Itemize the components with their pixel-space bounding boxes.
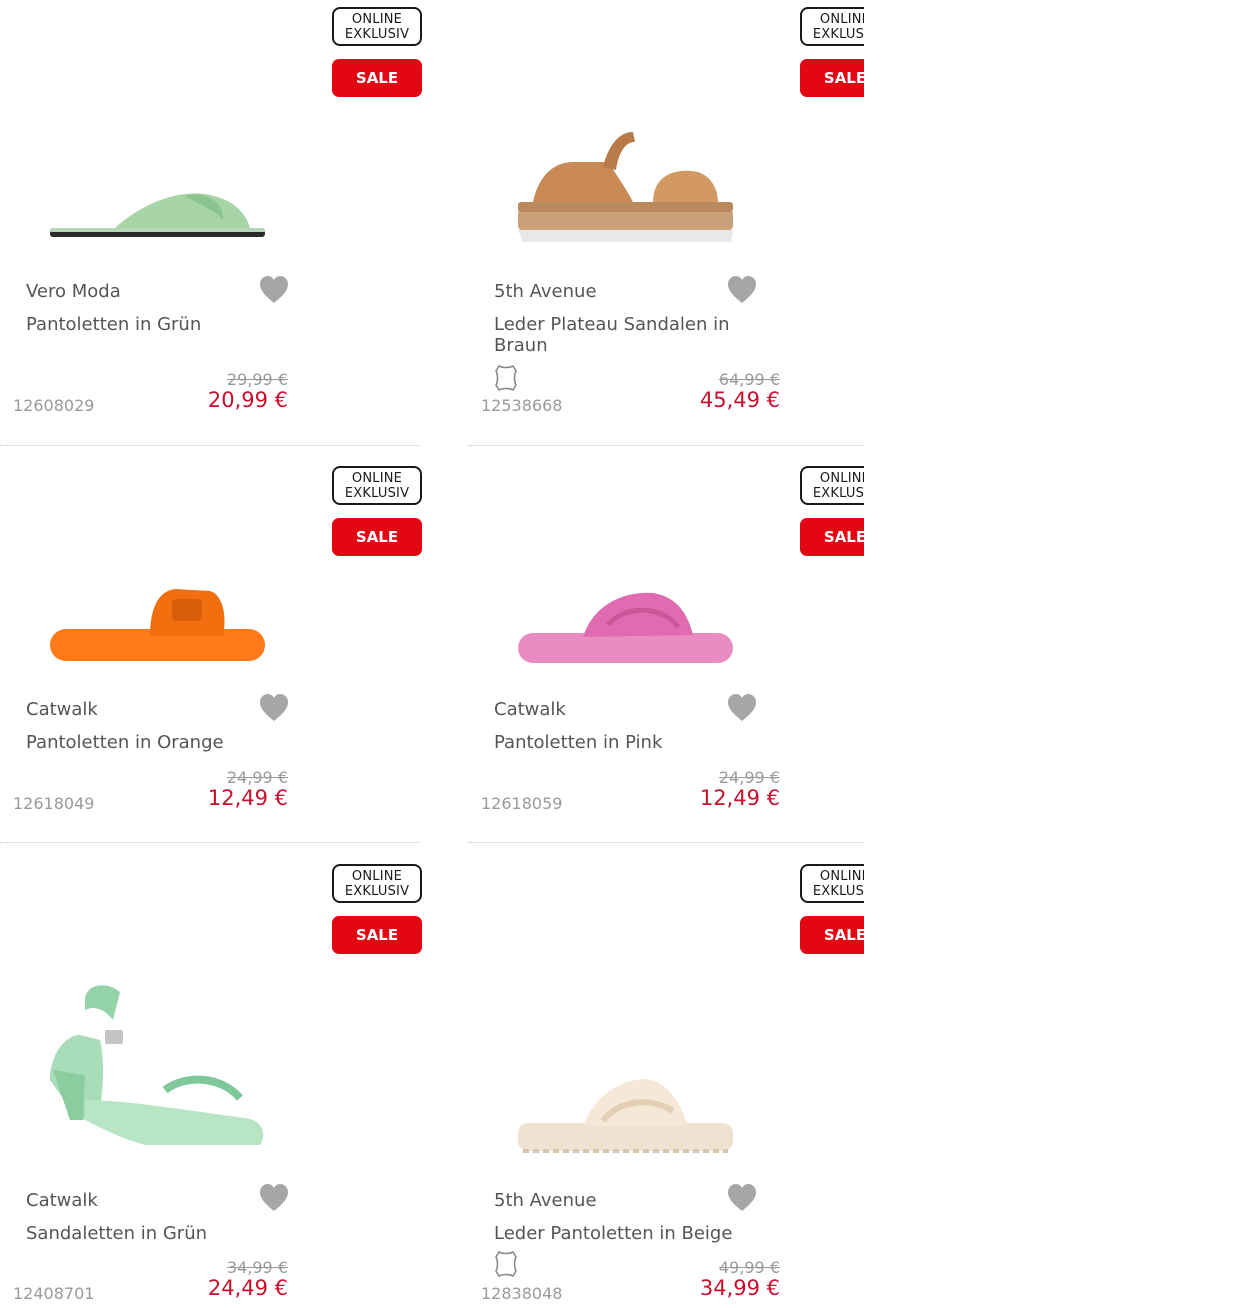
product-card[interactable]: ONLINE EXKLUSIV SALE 5th Avenue Leder Pa… [468, 857, 864, 1308]
original-price: 49,99 € [718, 1258, 780, 1277]
original-price: 24,99 € [226, 768, 288, 787]
badge-text: ONLINE [351, 11, 403, 27]
product-sku: 12618049 [13, 794, 95, 813]
original-price: 34,99 € [226, 1258, 288, 1277]
product-sku: 12838048 [481, 1284, 563, 1303]
badge-text: ONLINE [351, 868, 403, 884]
online-exclusive-badge: ONLINE EXKLUSIV [800, 466, 864, 505]
product-card[interactable]: ONLINE EXKLUSIV SALE Catwalk Pantoletten… [468, 459, 864, 843]
product-title[interactable]: Pantoletten in Orange [26, 732, 286, 753]
badge-text: ONLINE [351, 470, 403, 486]
product-card[interactable]: ONLINE EXKLUSIV SALE Catwalk Sandaletten… [0, 857, 422, 1308]
product-sku: 12618059 [481, 794, 563, 813]
product-brand: Catwalk [494, 699, 566, 720]
sale-price: 45,49 € [699, 388, 780, 412]
product-brand: 5th Avenue [494, 281, 597, 302]
product-image[interactable] [513, 585, 743, 667]
sale-price: 34,99 € [699, 1276, 780, 1300]
badge-text: EXKLUSIV [812, 883, 864, 899]
sale-badge: SALE [800, 518, 864, 556]
product-brand: Catwalk [26, 699, 98, 720]
badge-text: EXKLUSIV [344, 883, 410, 899]
online-exclusive-badge: ONLINE EXKLUSIV [332, 466, 422, 505]
sale-price: 20,99 € [207, 388, 288, 412]
product-title[interactable]: Leder Pantoletten in Beige [494, 1223, 754, 1244]
leather-icon [495, 1250, 517, 1278]
heart-icon[interactable] [258, 275, 290, 305]
heart-icon[interactable] [726, 275, 758, 305]
online-exclusive-badge: ONLINE EXKLUSIV [800, 7, 864, 46]
product-title[interactable]: Sandaletten in Grün [26, 1223, 286, 1244]
badge-text: SALE [823, 69, 864, 87]
product-image[interactable] [45, 980, 275, 1162]
product-brand: 5th Avenue [494, 1190, 597, 1211]
online-exclusive-badge: ONLINE EXKLUSIV [800, 864, 864, 903]
product-image[interactable] [513, 1071, 743, 1159]
original-price: 24,99 € [718, 768, 780, 787]
product-image[interactable] [45, 581, 275, 667]
product-grid: ONLINE EXKLUSIV SALE Vero Moda Pantolett… [0, 0, 864, 1308]
product-card[interactable]: ONLINE EXKLUSIV SALE Catwalk Pantoletten… [0, 459, 422, 843]
product-card[interactable]: ONLINE EXKLUSIV SALE Vero Moda Pantolett… [0, 0, 422, 446]
product-brand: Vero Moda [26, 281, 121, 302]
badge-text: SALE [823, 926, 864, 944]
original-price: 29,99 € [226, 370, 288, 389]
badge-text: EXKLUSIV [344, 26, 410, 42]
sale-price: 12,49 € [207, 786, 288, 810]
badge-text: ONLINE [819, 868, 864, 884]
original-price: 64,99 € [718, 370, 780, 389]
product-image[interactable] [513, 122, 743, 250]
online-exclusive-badge: ONLINE EXKLUSIV [332, 864, 422, 903]
product-sku: 12608029 [13, 396, 95, 415]
sale-badge: SALE [800, 916, 864, 954]
sale-badge: SALE [332, 916, 422, 954]
badge-text: SALE [355, 69, 399, 87]
product-card[interactable]: ONLINE EXKLUSIV SALE 5th Avenue Leder Pl… [468, 0, 864, 446]
product-sku: 12538668 [481, 396, 563, 415]
sale-price: 12,49 € [699, 786, 780, 810]
heart-icon[interactable] [726, 1183, 758, 1213]
badge-text: SALE [355, 528, 399, 546]
product-brand: Catwalk [26, 1190, 98, 1211]
badge-text: EXKLUSIV [812, 26, 864, 42]
online-exclusive-badge: ONLINE EXKLUSIV [332, 7, 422, 46]
heart-icon[interactable] [258, 693, 290, 723]
sale-badge: SALE [800, 59, 864, 97]
heart-icon[interactable] [258, 1183, 290, 1213]
heart-icon[interactable] [726, 693, 758, 723]
product-title[interactable]: Pantoletten in Pink [494, 732, 754, 753]
leather-icon [495, 364, 517, 392]
badge-text: ONLINE [819, 11, 864, 27]
badge-text: EXKLUSIV [812, 485, 864, 501]
product-title[interactable]: Leder Plateau Sandalen in Braun [494, 314, 754, 356]
sale-badge: SALE [332, 518, 422, 556]
product-sku: 12408701 [13, 1284, 95, 1303]
product-image[interactable] [45, 180, 275, 260]
product-title[interactable]: Pantoletten in Grün [26, 314, 286, 335]
badge-text: ONLINE [819, 470, 864, 486]
badge-text: SALE [823, 528, 864, 546]
sale-price: 24,49 € [207, 1276, 288, 1300]
badge-text: SALE [355, 926, 399, 944]
sale-badge: SALE [332, 59, 422, 97]
badge-text: EXKLUSIV [344, 485, 410, 501]
